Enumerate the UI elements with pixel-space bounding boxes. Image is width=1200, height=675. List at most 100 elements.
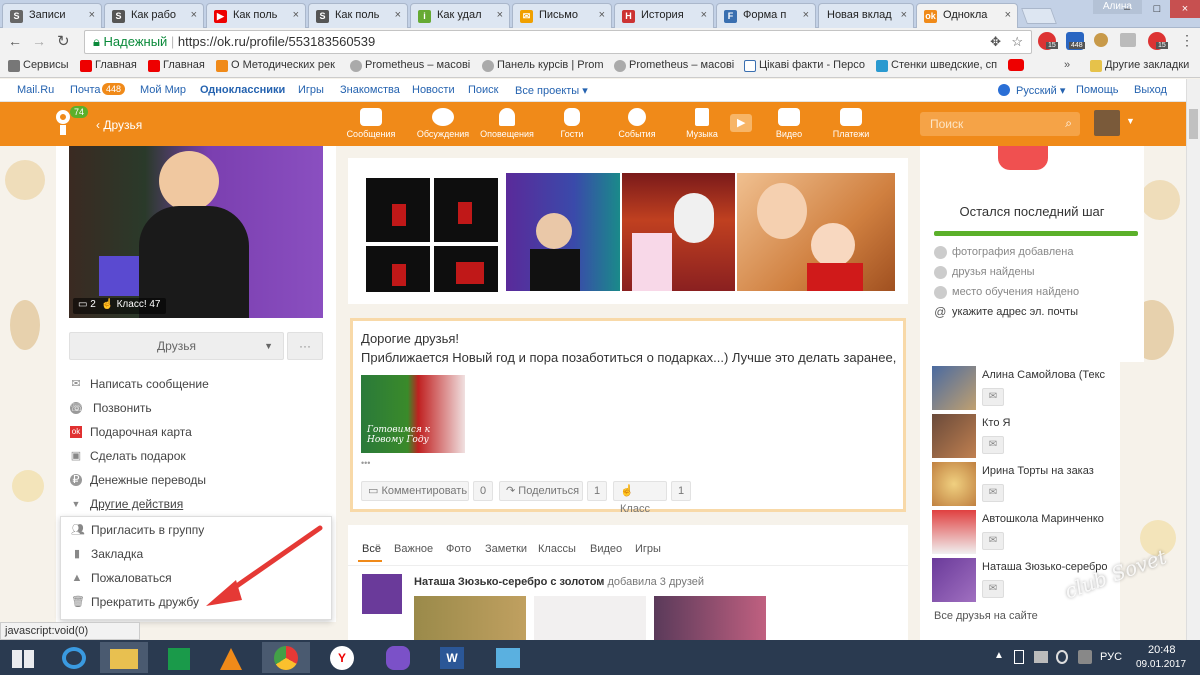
back-icon[interactable]: ← xyxy=(8,33,22,49)
nav-discussions[interactable]: Обсуждения xyxy=(414,108,472,139)
browser-tab[interactable]: H История × xyxy=(614,3,714,28)
input-language[interactable]: РУС xyxy=(1100,651,1122,663)
like-button[interactable]: ☝ Класс xyxy=(613,481,667,515)
bookmark-item[interactable]: Prometheus – масові xyxy=(350,59,470,72)
make-gift-action[interactable]: ▣ Сделать подарок xyxy=(70,449,186,463)
browser-tab[interactable]: i Как удал × xyxy=(410,3,510,28)
maximize-icon[interactable]: □ xyxy=(1142,0,1172,18)
friend-item[interactable]: Кто Я ✉ xyxy=(920,414,1100,460)
envelope-icon[interactable]: ✉ xyxy=(982,532,1004,550)
word-icon[interactable]: W xyxy=(428,642,476,673)
browser-tab[interactable]: F Форма п × xyxy=(716,3,816,28)
avatar[interactable] xyxy=(362,574,402,614)
url-input[interactable]: 🔒︎ Надежный | https://ok.ru/profile/5531… xyxy=(84,30,1032,54)
myworld-link[interactable]: Мой Мир xyxy=(140,84,186,96)
call-action[interactable]: ☏ Позвонить xyxy=(70,401,152,415)
network-icon[interactable] xyxy=(1034,651,1048,663)
avatar[interactable] xyxy=(932,510,976,554)
close-icon[interactable]: × xyxy=(293,9,299,21)
close-icon[interactable]: × xyxy=(191,9,197,21)
browser-tab[interactable]: S Записи × xyxy=(2,3,102,28)
comment-button[interactable]: ▭ Комментировать xyxy=(361,481,469,501)
bookmark-item[interactable]: ▮ Закладка xyxy=(71,547,143,561)
envelope-icon[interactable]: ✉ xyxy=(982,484,1004,502)
photo-thumb[interactable] xyxy=(506,173,620,291)
cookie-icon[interactable] xyxy=(1094,33,1108,47)
profile-photo[interactable]: ▭ 2 ☝ Класс! 47 xyxy=(69,146,323,318)
other-actions-toggle[interactable]: ▼ Другие действия xyxy=(70,497,184,511)
avatar[interactable] xyxy=(932,414,976,458)
friend-item[interactable]: Алина Самойлова (Текс ✉ xyxy=(920,366,1105,412)
bookmark-item[interactable]: Сервисы xyxy=(8,59,69,72)
feed-tab-all[interactable]: Всё xyxy=(362,543,381,555)
scrollbar-thumb[interactable] xyxy=(1189,109,1198,139)
close-window-icon[interactable]: × xyxy=(1170,0,1200,18)
explorer-icon[interactable] xyxy=(100,642,148,673)
envelope-icon[interactable]: ✉ xyxy=(982,436,1004,454)
feed-tab-notes[interactable]: Заметки xyxy=(485,543,527,555)
bookmark-item[interactable]: Prometheus – масові xyxy=(614,59,734,72)
feed-tab-likes[interactable]: Классы xyxy=(538,543,576,555)
feed-author[interactable]: Наташа Зюзько-серебро с золотом xyxy=(414,576,604,588)
browser-tab-active[interactable]: ok Однокла × xyxy=(916,3,1018,28)
close-icon[interactable]: × xyxy=(803,9,809,21)
notification-icon[interactable] xyxy=(1078,650,1092,664)
friend-thumb[interactable] xyxy=(654,596,766,640)
photo-thumb[interactable] xyxy=(622,173,735,291)
post-image[interactable]: Готовимся к Новому Году xyxy=(361,375,465,453)
chevron-down-icon[interactable]: ▼ xyxy=(1126,116,1135,126)
share-button[interactable]: ↷ Поделиться xyxy=(499,481,583,501)
close-icon[interactable]: × xyxy=(1005,9,1011,21)
feed-tab-important[interactable]: Важное xyxy=(394,543,433,555)
reload-icon[interactable]: ↻ xyxy=(57,32,70,50)
breadcrumb-friends[interactable]: ‹ Друзья xyxy=(96,118,142,132)
post-expand[interactable]: ••• xyxy=(361,458,370,468)
avatar[interactable] xyxy=(932,366,976,410)
mailru-link[interactable]: Mail.Ru xyxy=(17,84,54,96)
nav-messages[interactable]: Сообщения xyxy=(342,108,400,139)
adblock-icon[interactable]: 15 xyxy=(1148,32,1168,50)
clock-time[interactable]: 20:48 xyxy=(1148,644,1176,656)
browser-tab[interactable]: S Как поль × xyxy=(308,3,408,28)
ie-icon[interactable] xyxy=(50,642,98,673)
search-link[interactable]: Поиск xyxy=(468,84,498,96)
games-link[interactable]: Игры xyxy=(298,84,324,96)
language-select[interactable]: Русский ▾ xyxy=(1016,84,1065,97)
search-icon[interactable]: ⌕ xyxy=(1065,116,1072,131)
extension-puzzle-icon[interactable]: ✥ xyxy=(990,31,1001,53)
invite-to-group-item[interactable]: 👥︎ Пригласить в группу xyxy=(71,523,204,537)
mail-extension-icon[interactable]: 448 xyxy=(1066,32,1085,50)
close-icon[interactable]: × xyxy=(701,9,707,21)
money-transfer-action[interactable]: ₽ Денежные переводы xyxy=(70,473,206,487)
new-tab-button[interactable] xyxy=(1021,8,1057,24)
bookmark-item[interactable]: О Методических рек xyxy=(216,59,335,72)
friend-item[interactable]: Ирина Торты на заказ ✉ xyxy=(920,462,1100,508)
photo-thumb[interactable] xyxy=(366,246,430,292)
nav-video[interactable]: Видео xyxy=(760,108,818,139)
close-icon[interactable]: × xyxy=(497,9,503,21)
gift-card-action[interactable]: ok Подарочная карта xyxy=(70,425,192,439)
bookmark-item[interactable]: Стенки шведские, сп xyxy=(876,59,997,72)
bookmark-item[interactable]: Главная xyxy=(80,59,137,72)
envelope-icon[interactable]: ✉ xyxy=(982,388,1004,406)
friends-status-button[interactable]: Друзья ▼ xyxy=(69,332,284,360)
close-icon[interactable]: × xyxy=(901,9,907,21)
news-link[interactable]: Новости xyxy=(412,84,455,96)
help-link[interactable]: Помощь xyxy=(1076,84,1119,96)
minimize-icon[interactable]: – xyxy=(1112,0,1142,18)
browser-tab[interactable]: S Как рабо × xyxy=(104,3,204,28)
friend-name[interactable]: Ирина Торты на заказ xyxy=(982,465,1112,477)
mail-link[interactable]: Почта xyxy=(70,84,101,96)
nav-notifications[interactable]: Оповещения xyxy=(478,108,536,139)
feed-tab-video[interactable]: Видео xyxy=(590,543,622,555)
chrome-icon[interactable] xyxy=(262,642,310,673)
friend-name[interactable]: Кто Я xyxy=(982,417,1112,429)
browser-tab[interactable]: Новая вклад × xyxy=(818,3,914,28)
viber-icon[interactable] xyxy=(374,642,422,673)
close-icon[interactable]: × xyxy=(599,9,605,21)
browser-tab[interactable]: ✉ Письмо × xyxy=(512,3,612,28)
store-icon[interactable] xyxy=(154,642,202,673)
envelope-icon[interactable]: ✉ xyxy=(982,580,1004,598)
other-bookmarks-folder[interactable]: Другие закладки xyxy=(1090,59,1189,72)
friend-item[interactable]: Автошкола Маринченко ✉ xyxy=(920,510,1104,556)
